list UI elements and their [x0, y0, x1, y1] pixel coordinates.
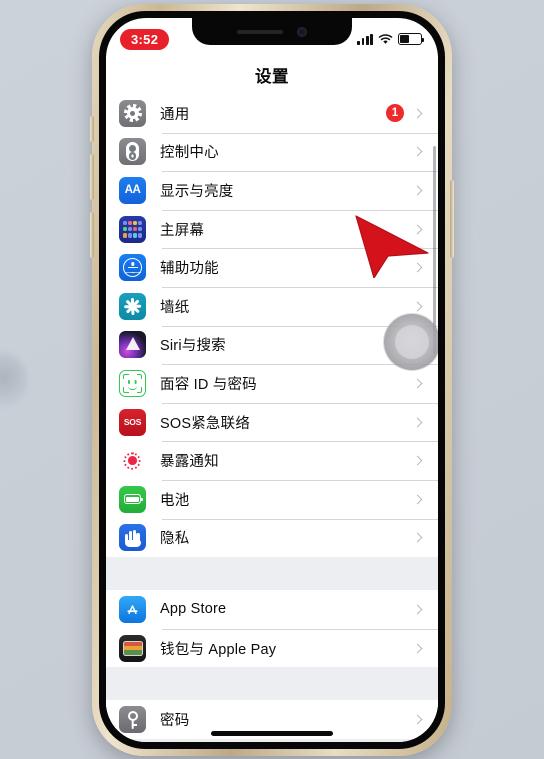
chevron-right-icon: [412, 494, 423, 505]
chevron-right-icon: [412, 417, 423, 427]
accessibility-icon: [119, 254, 146, 282]
settings-row-accessibility[interactable]: 辅助功能: [106, 248, 438, 287]
wallet-icon: [119, 634, 146, 662]
row-label: 辅助功能: [160, 261, 219, 278]
row-label: 墙纸: [160, 299, 190, 316]
chevron-right-icon: [412, 262, 423, 273]
background-blob: [0, 352, 28, 408]
row-label: 显示与亮度: [160, 183, 234, 200]
front-camera: [297, 26, 307, 37]
sos-icon: SOS: [119, 408, 146, 436]
row-label: 通用: [160, 106, 190, 123]
settings-row-wallpaper[interactable]: 墙纸: [106, 286, 438, 326]
row-label: 钱包与 Apple Pay: [160, 641, 277, 658]
settings-row-control-center[interactable]: 控制中心: [106, 132, 438, 172]
settings-row-privacy[interactable]: 隐私: [106, 518, 438, 558]
gear-icon: [119, 99, 146, 127]
notch: [192, 18, 352, 45]
earpiece-speaker: [237, 29, 283, 34]
section-gap: [106, 557, 438, 591]
home-indicator[interactable]: [211, 731, 333, 736]
cellular-signal-icon: [357, 33, 373, 45]
phone-screen: 3:52 设置 通用 1 控制中心 AA 显示与亮度 主屏幕 辅助功能 墙纸 S…: [106, 18, 438, 742]
passwords-key-icon: [119, 706, 146, 734]
siri-icon: [119, 331, 146, 359]
settings-row-battery[interactable]: 电池: [106, 479, 438, 519]
row-label: 主屏幕: [160, 222, 205, 239]
privacy-hand-icon: [119, 524, 146, 552]
settings-list[interactable]: 通用 1 控制中心 AA 显示与亮度 主屏幕 辅助功能 墙纸 Siri与搜索 面…: [106, 94, 438, 742]
row-label: SOS紧急联络: [160, 415, 251, 432]
settings-group-store: App Store 钱包与 Apple Pay: [106, 590, 438, 668]
chevron-right-icon: [412, 455, 423, 466]
chevron-right-icon: [412, 146, 423, 157]
chevron-right-icon: [412, 714, 423, 725]
row-label: 电池: [160, 492, 190, 509]
volume-down-button[interactable]: [90, 212, 94, 258]
page-title: 设置: [255, 68, 289, 86]
control-center-icon: [119, 138, 146, 166]
chevron-right-icon: [412, 224, 423, 235]
settings-row-exposure-notifications[interactable]: 暴露通知: [106, 441, 438, 480]
battery-icon: [398, 33, 425, 45]
settings-row-emergency-sos[interactable]: SOS SOS紧急联络: [106, 402, 438, 442]
home-screen-icon: [119, 215, 146, 243]
exposure-notification-icon: [119, 447, 146, 475]
row-label: 面容 ID 与密码: [160, 376, 257, 393]
chevron-right-icon: [412, 643, 423, 653]
battery-settings-icon: [119, 485, 146, 513]
settings-row-app-store[interactable]: App Store: [106, 590, 438, 629]
settings-row-face-id-passcode[interactable]: 面容 ID 与密码: [106, 364, 438, 403]
volume-up-button[interactable]: [90, 154, 94, 200]
power-button[interactable]: [450, 180, 454, 258]
row-label: 密码: [160, 713, 190, 730]
vertical-scrollbar[interactable]: [432, 146, 436, 354]
wifi-icon: [378, 33, 393, 44]
face-id-icon: [119, 369, 146, 397]
mute-switch[interactable]: [90, 116, 94, 142]
row-label: 控制中心: [160, 145, 219, 162]
row-label: 暴露通知: [160, 454, 219, 471]
chevron-right-icon: [412, 301, 423, 312]
status-bar-time: 3:52: [120, 28, 170, 50]
chevron-right-icon: [412, 378, 423, 389]
phone-device: 3:52 设置 通用 1 控制中心 AA 显示与亮度 主屏幕 辅助功能 墙纸 S…: [90, 4, 454, 756]
display-brightness-icon: AA: [119, 176, 146, 204]
row-label: Siri与搜索: [160, 338, 226, 355]
chevron-right-icon: [412, 185, 423, 196]
app-store-glyph: [127, 605, 138, 614]
section-gap: [106, 667, 438, 701]
settings-row-home-screen[interactable]: 主屏幕: [106, 209, 438, 249]
settings-row-wallet-apple-pay[interactable]: 钱包与 Apple Pay: [106, 628, 438, 668]
chevron-right-icon: [412, 604, 423, 615]
phone-bezel: 3:52 设置 通用 1 控制中心 AA 显示与亮度 主屏幕 辅助功能 墙纸 S…: [99, 11, 445, 749]
assistive-touch-button[interactable]: [384, 314, 438, 370]
status-bar-icons: [357, 33, 425, 45]
wallpaper-icon: [119, 292, 146, 320]
app-store-icon: [119, 595, 146, 623]
row-label: 隐私: [160, 531, 190, 548]
chevron-right-icon: [412, 532, 423, 543]
navigation-bar: 设置: [106, 56, 438, 94]
row-label: App Store: [160, 601, 227, 618]
chevron-right-icon: [412, 108, 423, 119]
settings-row-display-brightness[interactable]: AA 显示与亮度: [106, 171, 438, 210]
settings-row-general[interactable]: 通用 1: [106, 94, 438, 133]
status-badge: 1: [386, 104, 404, 123]
